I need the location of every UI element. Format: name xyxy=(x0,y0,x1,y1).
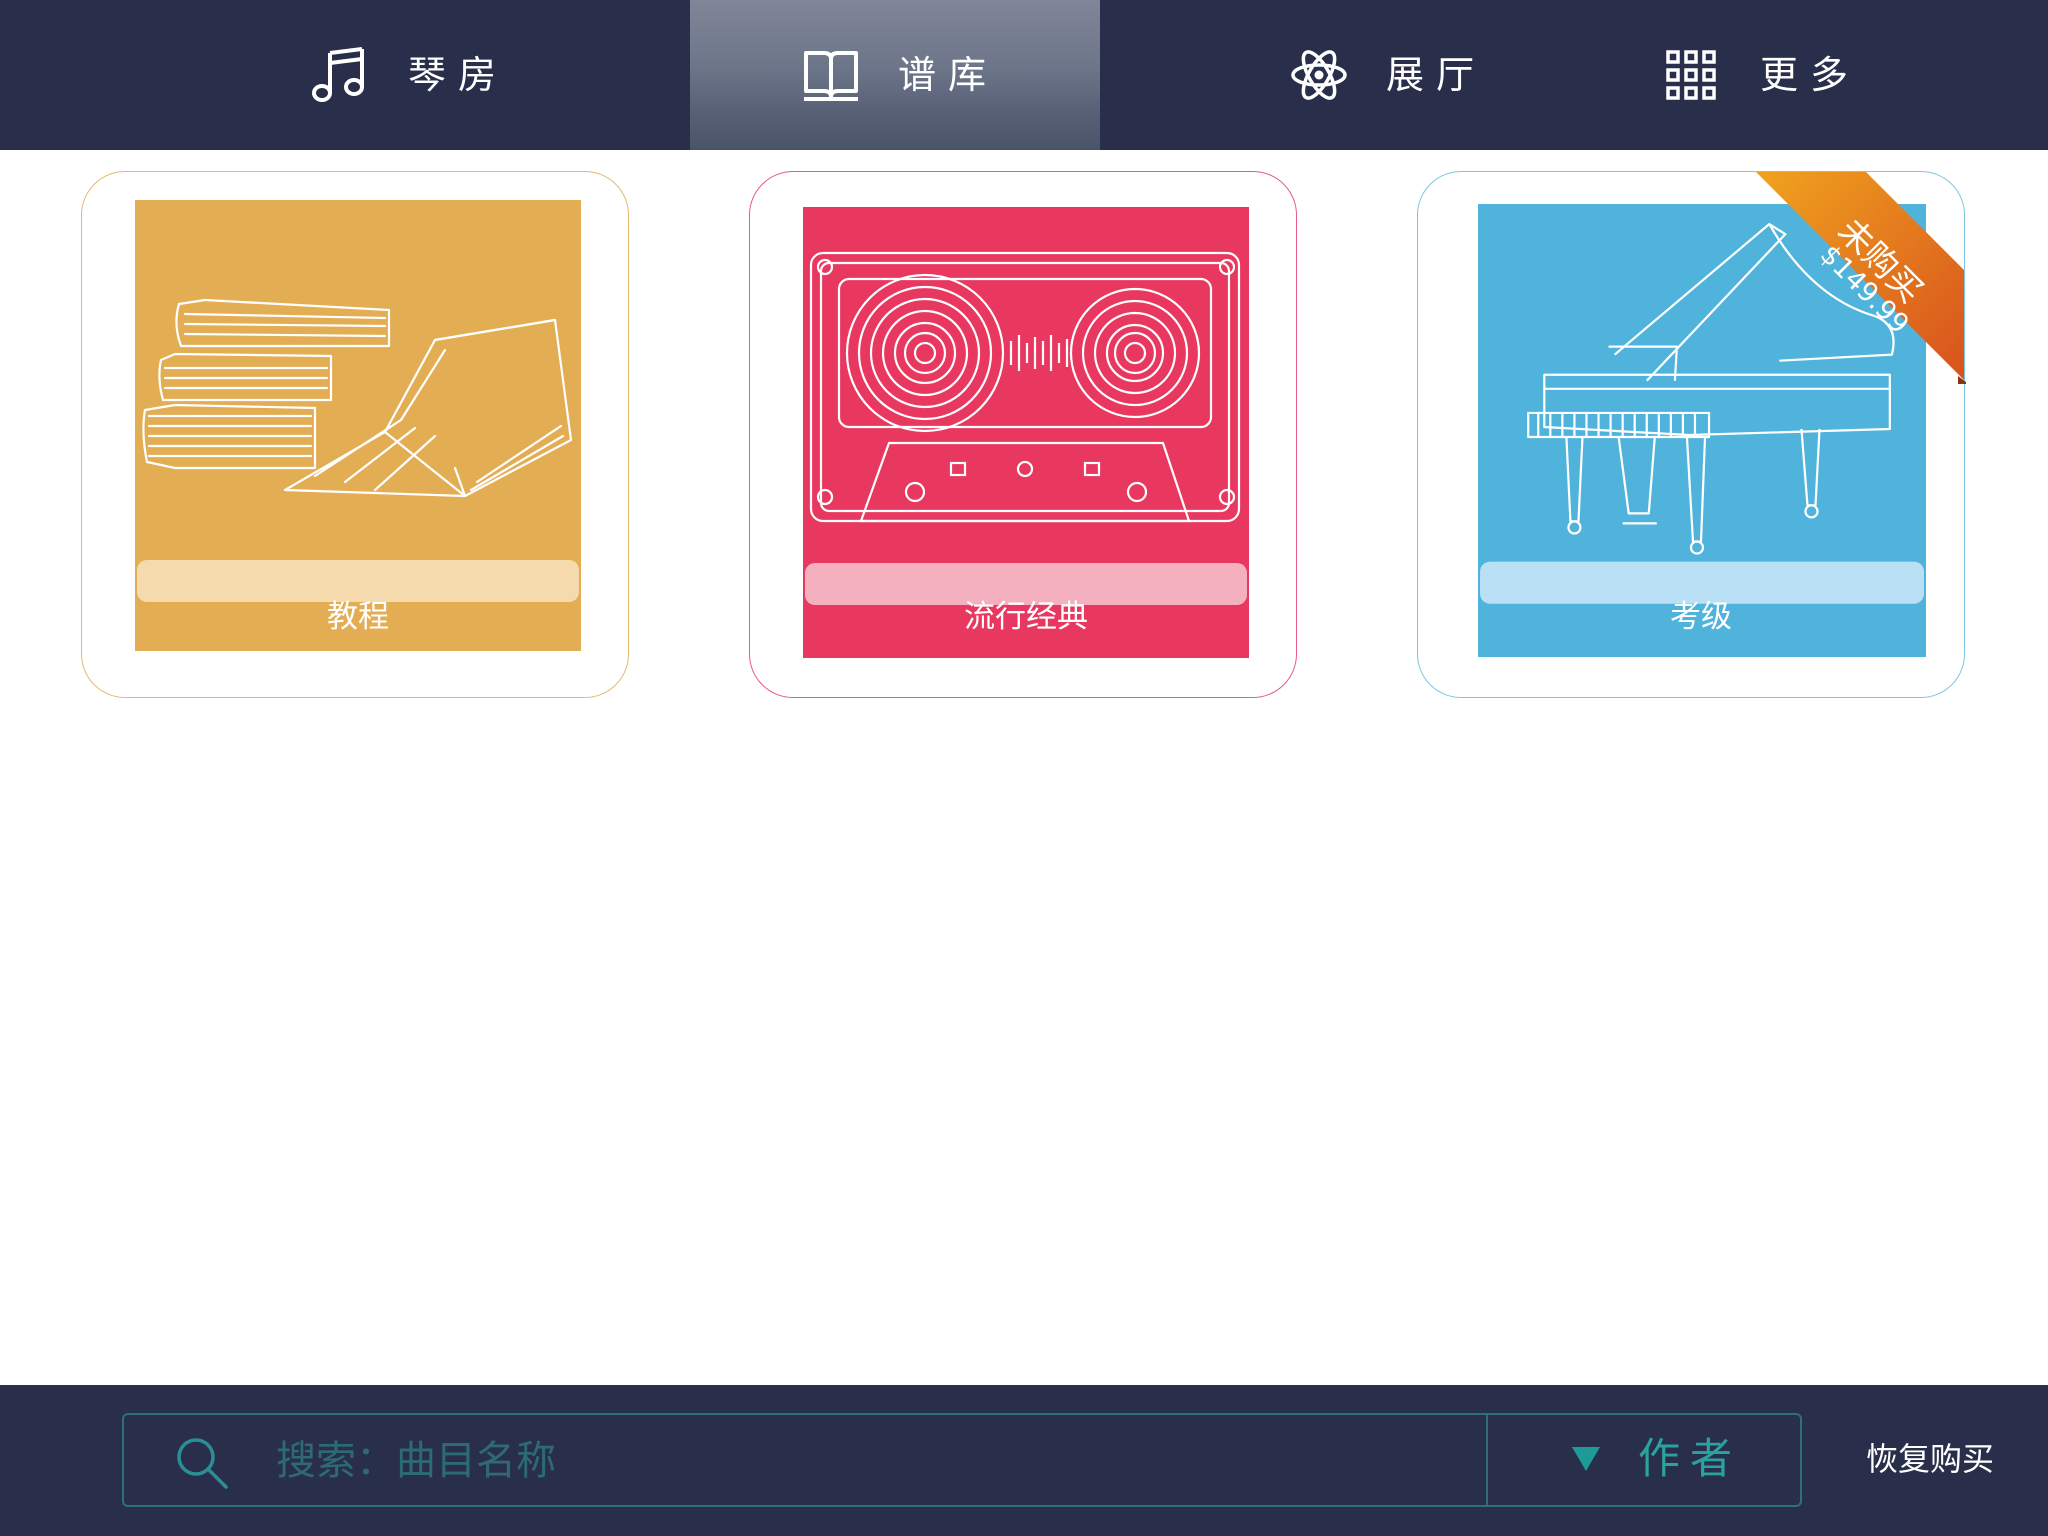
search-filter-dropdown[interactable]: 作者 xyxy=(1488,1415,1802,1505)
bottom-toolbar: 作者 恢复购买 xyxy=(0,1385,2048,1536)
music-note-icon xyxy=(312,47,364,102)
top-tab-bar: 琴房 谱库 展厅 更多 xyxy=(0,0,2048,150)
atom-icon xyxy=(1291,50,1347,100)
search-input[interactable] xyxy=(274,1425,1278,1497)
tab-exhibition-hall[interactable]: 展厅 xyxy=(1230,0,1560,150)
category-label: 教程 xyxy=(327,599,389,635)
tab-piano-room[interactable]: 琴房 xyxy=(230,0,560,150)
tab-label: 更多 xyxy=(1760,53,1861,97)
open-book-icon xyxy=(804,51,858,101)
category-card-pop-classics[interactable]: 流行经典 xyxy=(749,171,1297,698)
search-box: 作者 xyxy=(122,1413,1802,1507)
search-icon xyxy=(177,1438,228,1489)
triangle-down-icon xyxy=(1572,1447,1600,1471)
grid-icon xyxy=(1666,50,1716,100)
tab-label: 谱库 xyxy=(898,53,999,97)
cassette-tape-illustration xyxy=(803,207,1249,658)
category-card-tutorials[interactable]: 教程 xyxy=(81,171,629,698)
category-label: 考级 xyxy=(1670,599,1732,635)
tab-more[interactable]: 更多 xyxy=(1640,0,2048,150)
filter-label: 作者 xyxy=(1638,1434,1743,1483)
tab-score-library[interactable]: 谱库 xyxy=(690,0,1100,150)
books-illustration xyxy=(135,200,581,651)
not-purchased-ribbon: 未购买 $149.99 xyxy=(1686,170,1966,450)
category-label: 流行经典 xyxy=(964,599,1088,635)
category-card-grading-exam[interactable]: 考级 未购买 $149.99 xyxy=(1417,170,1966,698)
tab-label: 琴房 xyxy=(408,53,509,97)
restore-purchase-button[interactable]: 恢复购买 xyxy=(1866,1437,1994,1481)
tab-label: 展厅 xyxy=(1386,53,1487,97)
